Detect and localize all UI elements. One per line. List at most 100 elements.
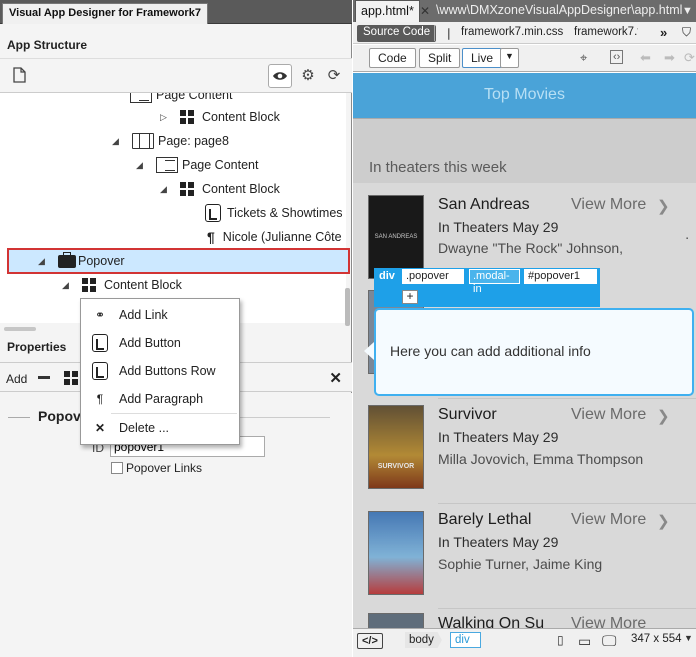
popover-arrow (364, 342, 374, 360)
tree-node-content-block[interactable]: ◢ Content Block (62, 274, 182, 296)
tree-label: Content Block (104, 278, 182, 292)
more-files-icon[interactable]: » (660, 25, 667, 40)
menu-label: Add Button (119, 336, 181, 350)
expanded-triangle-icon[interactable]: ◢ (160, 184, 170, 195)
tree-node-content-block[interactable]: ◢ Content Block (160, 178, 280, 200)
collapsed-triangle-icon[interactable]: ▷ (160, 112, 170, 123)
new-page-icon[interactable] (11, 67, 27, 83)
eye-icon[interactable] (268, 64, 292, 88)
menu-item-delete[interactable]: ✕ Delete ... (81, 415, 239, 441)
breadcrumb-div[interactable]: div (450, 632, 481, 648)
close-icon: ✕ (94, 421, 106, 435)
tree-node-page-content[interactable]: ◢ Page Content (136, 154, 258, 176)
tree-node-content-block[interactable]: ▷ Content Block (160, 106, 280, 128)
filter-icon[interactable]: ⛉ (682, 25, 691, 40)
tree-node-nicole[interactable]: ¶ Nicole (Julianne Côte (207, 226, 342, 248)
tree-node-popover[interactable]: ◢ Popover (38, 250, 125, 272)
tab-app-html[interactable]: app.html* (355, 0, 420, 22)
breadcrumb-body[interactable]: body (405, 632, 442, 648)
code-view-button[interactable]: Code (369, 48, 416, 68)
context-menu: ⚭ Add Link Add Button Add Buttons Row ¶ Ad… (80, 298, 240, 445)
code-navigator-icon[interactable]: ‹› (610, 50, 624, 64)
class-chip-modal-in[interactable]: .modal-in (469, 269, 520, 295)
refresh-icon[interactable]: ⟳ (684, 50, 695, 66)
desktop-icon[interactable]: 🖵 (602, 633, 616, 650)
viewport-size[interactable]: 347 x 554 (631, 633, 682, 645)
back-icon[interactable]: ⬅ (640, 50, 651, 66)
menu-item-add-link[interactable]: ⚭ Add Link (81, 302, 239, 328)
popover-links-checkbox[interactable] (111, 462, 123, 474)
page-icon (132, 133, 154, 149)
close-tab-icon[interactable]: ✕ (420, 4, 430, 18)
tree-label: Page: page8 (158, 134, 229, 148)
menu-separator (111, 413, 237, 414)
tree-node-page8[interactable]: ◢ Page: page8 (112, 130, 229, 152)
gear-icon[interactable]: ⚙ (300, 67, 316, 84)
inspect-icon[interactable]: ⌖ (580, 50, 587, 66)
tree-hscrollbar[interactable] (4, 327, 36, 331)
menu-item-add-paragraph[interactable]: ¶ Add Paragraph (81, 386, 239, 412)
content-block-icon (82, 278, 96, 292)
divider (8, 417, 30, 418)
related-file-css[interactable]: framework7.min.css (461, 26, 563, 38)
remove-icon[interactable] (38, 376, 50, 379)
scroll-dots-icon: ▪ (686, 236, 689, 242)
divider (434, 25, 435, 41)
button-icon (81, 334, 119, 352)
link-icon: ⚭ (94, 308, 106, 322)
tree-label: Content Block (202, 182, 280, 196)
tree-scrollbar[interactable] (345, 288, 350, 326)
menu-label: Add Paragraph (119, 392, 204, 406)
forward-icon[interactable]: ➡ (664, 50, 675, 66)
structure-toolbar-border: ⚙ ⟳ (0, 58, 352, 93)
expanded-triangle-icon[interactable]: ◢ (112, 136, 122, 147)
tree-label: Nicole (Julianne Côte (222, 230, 342, 244)
buttons-row-icon (81, 362, 119, 380)
funnel-icon[interactable]: ▼ (682, 5, 693, 17)
tree-node-tickets[interactable]: Tickets & Showtimes (205, 202, 343, 224)
menu-item-add-button[interactable]: Add Button (81, 330, 239, 356)
menu-label: Add Link (119, 308, 168, 322)
popover-icon (58, 251, 76, 268)
button-icon (205, 204, 221, 222)
section-title: App Structure (7, 38, 88, 52)
refresh-icon[interactable]: ⟳ (326, 67, 342, 84)
selected-tag: div (379, 270, 395, 282)
add-class-button[interactable]: + (402, 290, 418, 304)
paragraph-icon: ¶ (207, 229, 215, 245)
properties-title: Properties (7, 340, 67, 354)
add-label: Add (6, 372, 28, 386)
id-chip[interactable]: #popover1 (524, 269, 597, 284)
phone-icon[interactable]: ▯ (557, 633, 564, 647)
tree-label: Page Content (182, 158, 259, 172)
expanded-triangle-icon[interactable]: ◢ (136, 160, 146, 171)
tree-label: Content Block (202, 110, 280, 124)
related-file-js[interactable]: framework7.t (574, 26, 638, 38)
live-view-button[interactable]: Live (462, 48, 503, 68)
expanded-triangle-icon[interactable]: ◢ (38, 256, 48, 267)
tablet-icon[interactable]: ▭ (578, 633, 591, 650)
popover-links-label: Popover Links (126, 461, 203, 475)
size-dropdown-icon[interactable]: ▼ (684, 633, 693, 643)
content-block-icon (180, 110, 194, 124)
tree-label: Tickets & Showtimes (227, 206, 343, 220)
panel-tab[interactable]: Visual App Designer for Framework7 (2, 3, 208, 24)
expanded-triangle-icon[interactable]: ◢ (62, 280, 72, 291)
source-code-tab[interactable]: Source Code (357, 25, 437, 42)
close-icon[interactable]: ✕ (329, 369, 342, 387)
tree-label: Popover (78, 254, 125, 268)
class-chip-popover[interactable]: .popover (402, 269, 464, 284)
menu-label: Delete ... (119, 421, 170, 435)
code-tag-icon[interactable]: </> (357, 633, 383, 649)
file-path: \www\DMXzoneVisualAppDesigner\app.html (436, 3, 683, 17)
paragraph-icon: ¶ (96, 392, 104, 406)
menu-item-add-buttons-row[interactable]: Add Buttons Row (81, 358, 239, 384)
content-block-icon (180, 182, 194, 196)
split-view-button[interactable]: Split (419, 48, 461, 68)
page-content-icon (156, 157, 178, 173)
live-dropdown-icon[interactable]: ▼ (500, 48, 519, 68)
navbar-title: Top Movies (484, 86, 565, 103)
menu-label: Add Buttons Row (119, 364, 216, 378)
popover-text: Here you can add additional info (390, 343, 591, 359)
related-file-arrow-icon: ❘ (444, 28, 454, 40)
